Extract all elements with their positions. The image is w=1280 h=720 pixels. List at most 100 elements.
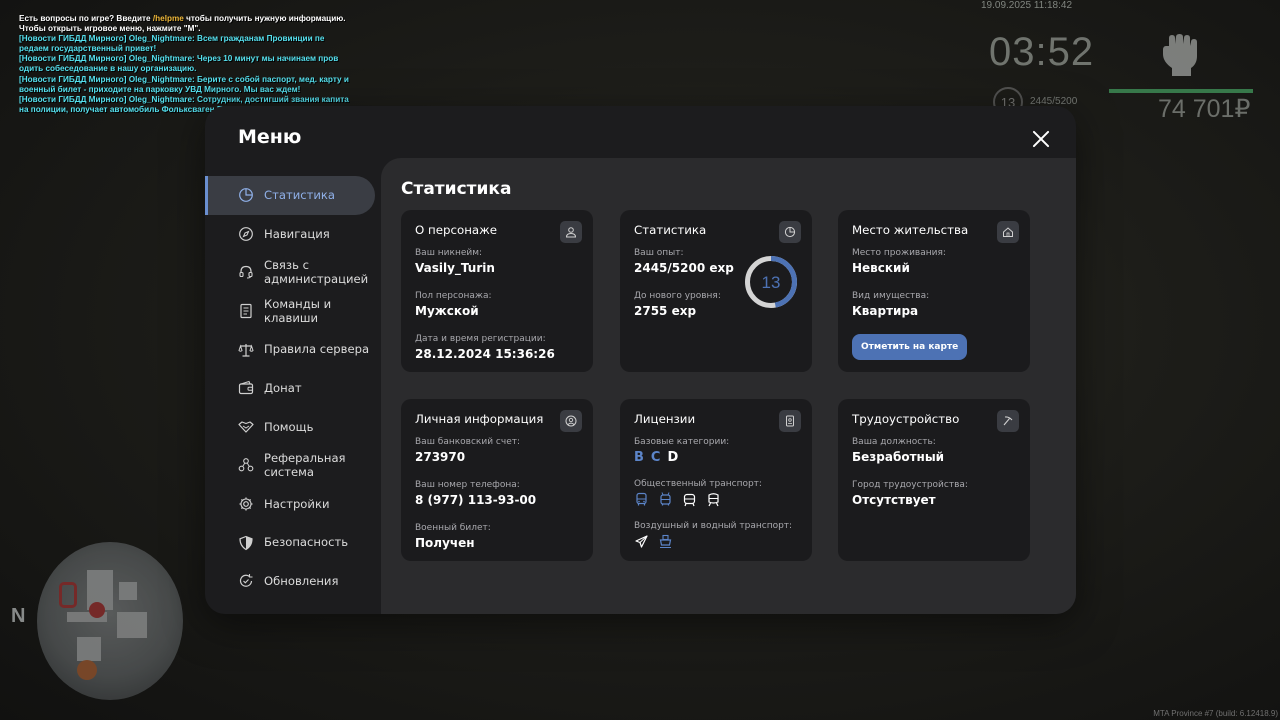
sidebar-item-10[interactable]: Обновления (205, 562, 381, 601)
property-value: Квартира (852, 304, 919, 318)
chat-line: Чтобы открыть игровое меню, нажмите "M". (19, 24, 349, 34)
sidebar-item-label: Настройки (264, 496, 330, 511)
sidebar-item-label: Обновления (264, 573, 339, 588)
health-bar (1109, 89, 1253, 93)
sidebar-item-label: Помощь (264, 419, 314, 434)
hud-money: 74 701₽ (1158, 95, 1251, 123)
headset-icon (239, 266, 253, 280)
build-info: MTA Province #7 (build: 6.12418.9) (1153, 709, 1278, 718)
sidebar-item-label: Статистика (264, 188, 336, 203)
chat-line: одить собеседование в нашу организацию. (19, 64, 349, 74)
sidebar-item-4[interactable]: Правила сервера (205, 330, 381, 369)
chat-line: Есть вопросы по игре? Введите /helpme чт… (19, 14, 349, 24)
card-residence: Место жительства Место проживания: Невск… (838, 210, 1030, 372)
chat-segment: военный билет - приходите на парковку УВ… (19, 84, 301, 94)
military-label: Военный билет: (415, 523, 491, 533)
sidebar-item-9[interactable]: Безопасность (205, 523, 381, 562)
base-categories-label: Базовые категории: (634, 437, 730, 447)
property-label: Вид имущества: (852, 291, 930, 301)
sidebar-item-label: Безопасность (264, 535, 349, 550)
card-title: О персонаже (415, 223, 498, 237)
chat-segment: [Новости ГИБДД Мирного] Oleg_Nightmare: … (19, 34, 325, 44)
sidebar-item-label: Реферальная система (264, 450, 346, 480)
user-icon[interactable] (560, 221, 582, 243)
military-value: Получен (415, 536, 475, 550)
card-employment: Трудоустройство Ваша должность: Безработ… (838, 399, 1030, 561)
mark-on-map-button[interactable]: Отметить на карте (852, 334, 968, 360)
phone-label: Ваш номер телефона: (415, 480, 520, 490)
chat-segment: редаем государственный привет! (19, 44, 157, 54)
chat-segment: [Новости ГИБДД Мирного] Oleg_Nightmare: … (19, 94, 349, 104)
card-title: Статистика (634, 223, 707, 237)
position-label: Ваша должность: (852, 437, 936, 447)
pickaxe-icon[interactable] (997, 410, 1019, 432)
public-transport-icons (634, 492, 798, 507)
card-personal: Личная информация Ваш банковский счет: 2… (401, 399, 593, 561)
sidebar-item-0[interactable]: Статистика (205, 176, 375, 215)
gender-value: Мужской (415, 304, 479, 318)
nick-value: Vasily_Turin (415, 261, 495, 275)
compass-icon (239, 226, 253, 241)
license-category: D (667, 450, 679, 465)
level-value: 13 (762, 273, 781, 292)
chat-segment: на полиции, получает автомобиль Фольксва… (19, 104, 240, 114)
air-water-transport-icons (634, 534, 798, 549)
public-transport-label: Общественный транспорт: (634, 479, 762, 489)
shield-icon (239, 535, 253, 550)
phone-value: 8 (977) 113-93-00 (415, 493, 537, 507)
chat-segment: Есть вопросы по игре? Введите (19, 14, 153, 23)
reg-label: Дата и время регистрации: (415, 334, 546, 344)
sidebar-item-3[interactable]: Команды и клавиши (205, 292, 381, 331)
card-title: Лицензии (634, 412, 696, 426)
bus-icon (636, 492, 647, 506)
sidebar-item-5[interactable]: Донат (205, 369, 381, 408)
bank-value: 273970 (415, 450, 466, 464)
minimap-north: N (11, 605, 26, 627)
reg-value: 28.12.2024 15:36:26 (415, 347, 555, 361)
card-title: Трудоустройство (852, 412, 960, 426)
gear-icon (239, 497, 253, 511)
sidebar-item-6[interactable]: Помощь (205, 408, 381, 447)
pie-chart-icon (239, 188, 253, 203)
level-progress-ring: 13 (745, 256, 797, 308)
chat-segment: одить собеседование в нашу организацию. (19, 64, 197, 74)
sidebar-item-7[interactable]: Реферальная система (205, 446, 381, 485)
scales-icon (238, 343, 254, 357)
hud-datetime: 19.09.2025 11:18:42 (981, 0, 1073, 11)
home-icon[interactable] (997, 221, 1019, 243)
pie-chart-icon[interactable] (779, 221, 801, 243)
sidebar-item-8[interactable]: Настройки (205, 485, 381, 524)
sidebar-item-label: Правила сервера (264, 342, 370, 357)
place-value: Невский (852, 261, 910, 275)
fist-weapon-icon (1163, 34, 1197, 76)
hud-clock: 03:52 (989, 30, 1095, 74)
bank-label: Ваш банковский счет: (415, 437, 521, 447)
main-menu: Меню Статистика Навигация Связь с админист… (205, 106, 1076, 614)
sidebar-item-1[interactable]: Навигация (205, 215, 381, 254)
categories: BCD (634, 450, 798, 465)
refresh-icon (239, 574, 253, 588)
minimap (37, 542, 183, 700)
card-character: О персонаже Ваш никнейм: Vasily_Turin По… (401, 210, 593, 372)
gender-label: Пол персонажа: (415, 291, 492, 301)
chat-line: [Новости ГИБДД Мирного] Oleg_Nightmare: … (19, 34, 349, 44)
wallet-icon (238, 381, 254, 395)
chat-log: Есть вопросы по игре? Введите /helpme чт… (19, 14, 349, 115)
document-icon (240, 303, 252, 319)
chat-line: [Новости ГИБДД Мирного] Oleg_Nightmare: … (19, 95, 349, 105)
tram-icon (683, 493, 696, 507)
airplane-icon (635, 535, 648, 548)
boat-icon (659, 534, 672, 548)
metro-icon (708, 493, 719, 507)
trolleybus-icon (660, 492, 671, 506)
sidebar-item-2[interactable]: Связь с администрацией (205, 253, 381, 292)
chat-segment: [Новости ГИБДД Мирного] Oleg_Nightmare: … (19, 74, 349, 84)
user-circle-icon[interactable] (560, 410, 582, 432)
card-title: Личная информация (415, 412, 544, 426)
license-icon[interactable] (779, 410, 801, 432)
close-button[interactable] (1028, 126, 1054, 152)
handshake-icon (238, 421, 254, 433)
menu-title: Меню (238, 126, 302, 148)
chat-segment: Чтобы открыть игровое меню, нажмите "M". (19, 24, 201, 34)
sidebar-item-label: Связь с администрацией (264, 257, 369, 287)
